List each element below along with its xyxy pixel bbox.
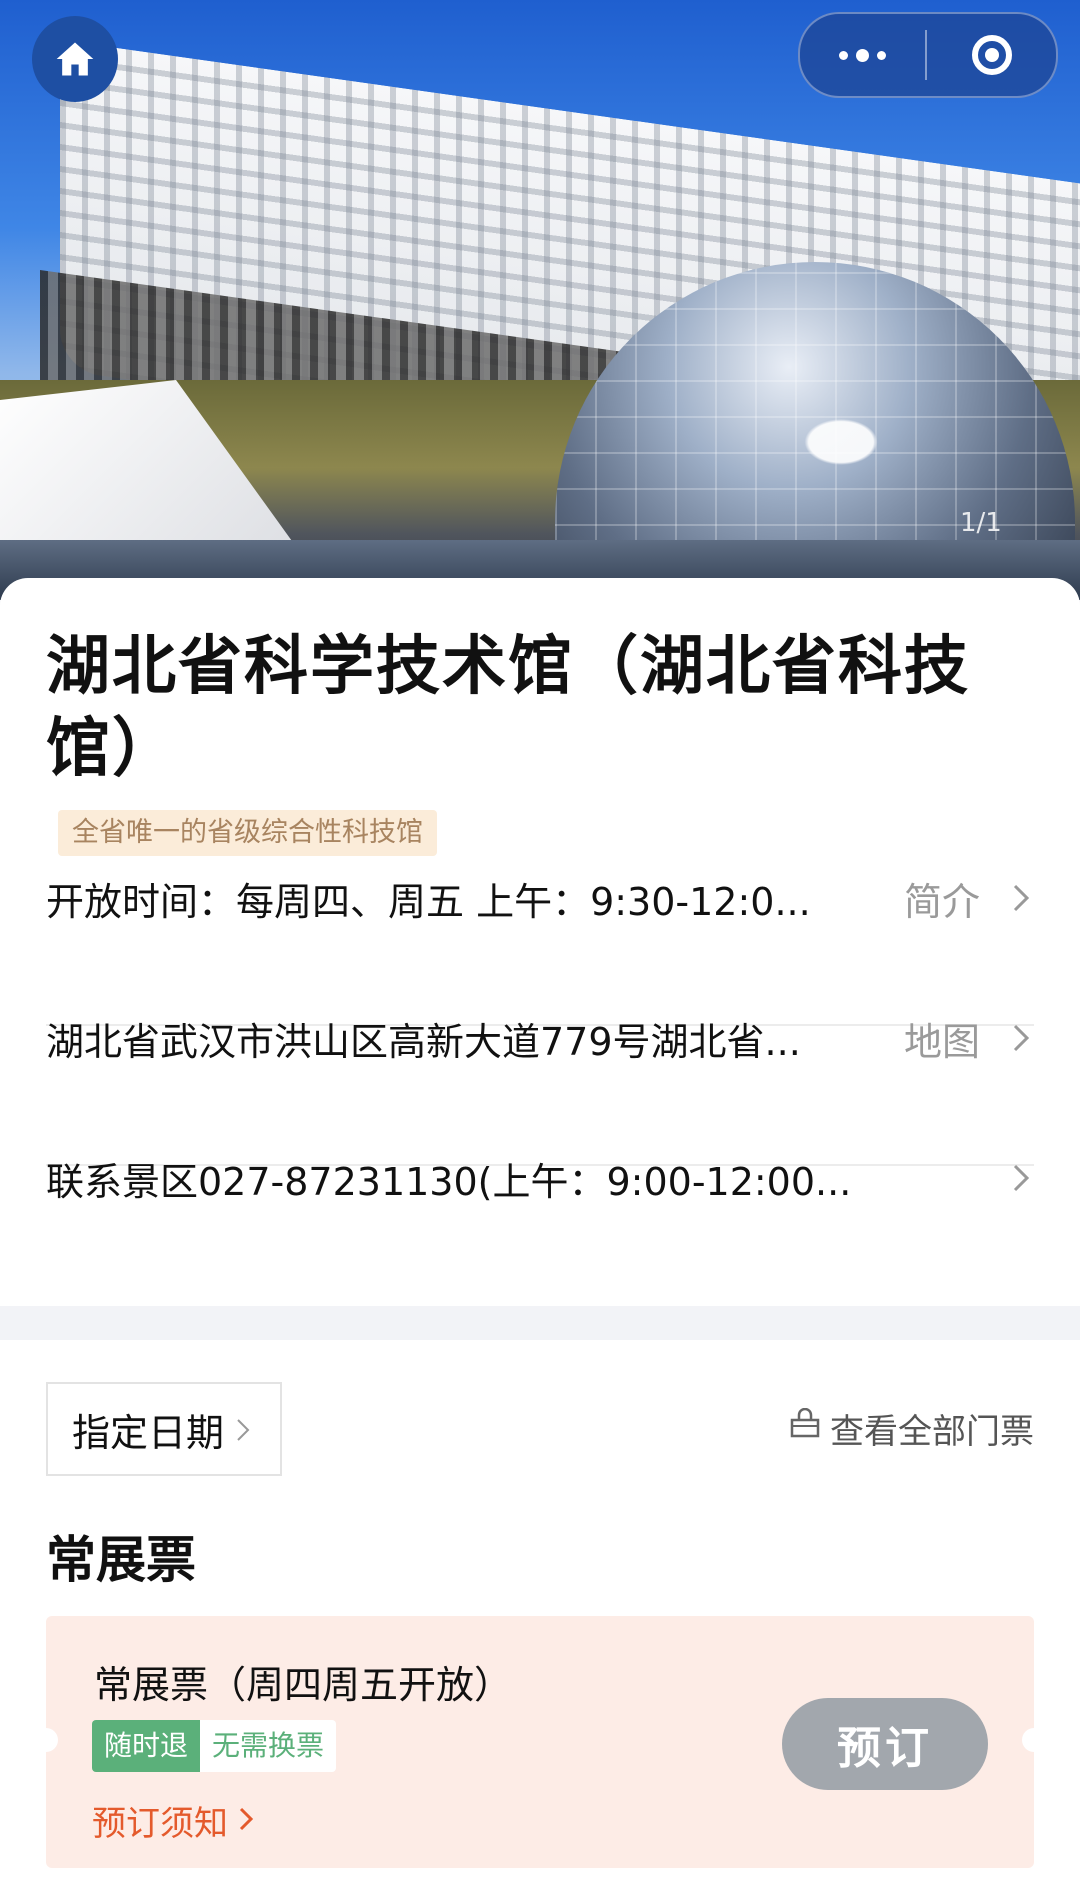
- refund-badge: 随时退: [92, 1720, 201, 1772]
- mini-program-capsule: [798, 12, 1058, 98]
- intro-link[interactable]: 简介: [904, 871, 980, 926]
- chevron-right-icon: [236, 1407, 250, 1451]
- booking-notice-label: 预订须知: [92, 1804, 228, 1844]
- chevron-right-icon: [238, 1801, 254, 1841]
- section-title: 常展票: [46, 1531, 196, 1589]
- home-icon: [56, 42, 94, 76]
- chevron-right-icon: [1008, 884, 1034, 912]
- ticket-badges: 随时退 无需换票: [92, 1720, 337, 1772]
- ticket-name: 常展票（周四周五开放）: [94, 1663, 513, 1707]
- booking-notice-link[interactable]: 预订须知: [92, 1796, 254, 1845]
- address-text: 湖北省武汉市洪山区高新大道779号湖北省...: [46, 1019, 801, 1064]
- map-link[interactable]: 地图: [904, 1011, 980, 1066]
- ticket-basket-icon: [788, 1407, 822, 1449]
- venue-title: 湖北省科学技术馆（湖北省科技馆）: [46, 630, 970, 786]
- ticket-notch: [1022, 1728, 1046, 1752]
- more-dots-icon: [839, 50, 848, 60]
- venue-info-card: 湖北省科学技术馆（湖北省科技馆） 全省唯一的省级综合性科技馆 开放时间：每周四、…: [0, 578, 1080, 1306]
- ticket-notch: [34, 1728, 58, 1752]
- more-dot-right: [877, 50, 886, 60]
- ticket-card[interactable]: 常展票（周四周五开放） 随时退 无需换票 预订须知 预订: [34, 1616, 1046, 1868]
- no-exchange-badge: 无需换票: [200, 1720, 337, 1772]
- more-dot-center: [856, 48, 869, 62]
- home-button[interactable]: [32, 16, 118, 102]
- view-all-tickets-link[interactable]: 查看全部门票: [788, 1404, 1034, 1453]
- hours-row[interactable]: 开放时间：每周四、周五 上午：9:30-12:0... 简介: [46, 828, 1034, 968]
- address-row[interactable]: 湖北省武汉市洪山区高新大道779号湖北省... 地图: [46, 968, 1034, 1108]
- hours-text: 开放时间：每周四、周五 上午：9:30-12:0...: [46, 879, 811, 924]
- close-button[interactable]: [927, 14, 1056, 96]
- more-button[interactable]: [800, 14, 925, 96]
- chevron-right-icon: [1008, 1024, 1034, 1052]
- book-button[interactable]: 预订: [782, 1698, 988, 1790]
- select-date-button[interactable]: 指定日期: [46, 1382, 282, 1476]
- contact-row[interactable]: 联系景区027-87231130(上午：9:00-12:00...: [46, 1108, 1034, 1248]
- view-all-tickets-label: 查看全部门票: [830, 1412, 1034, 1452]
- tickets-section: 指定日期 查看全部门票 常展票 常展票（周四周五开放） 随时退 无需换票 预订须…: [0, 1340, 1080, 1898]
- chevron-right-icon: [1008, 1164, 1034, 1192]
- image-pager: 1/1: [960, 508, 1002, 538]
- contact-text: 联系景区027-87231130(上午：9:00-12:00...: [46, 1159, 852, 1204]
- select-date-label: 指定日期: [72, 1410, 225, 1455]
- target-close-icon: [971, 35, 1012, 75]
